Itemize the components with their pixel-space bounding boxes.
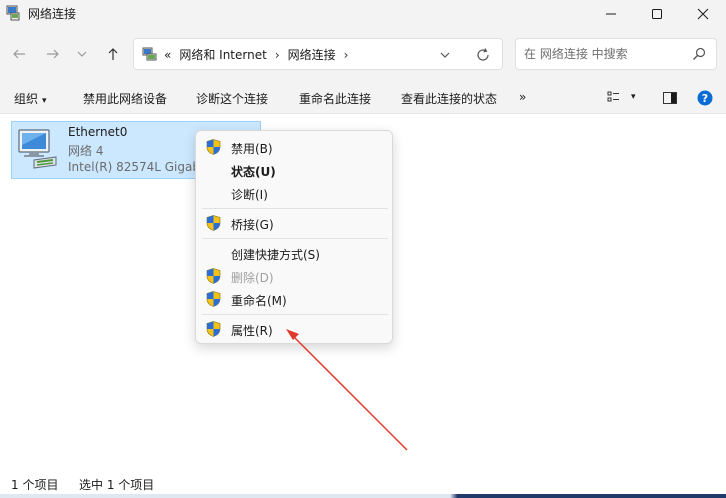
more-commands-button[interactable]: » <box>519 90 526 104</box>
uac-shield-icon <box>206 321 221 337</box>
menu-item-disable[interactable]: 禁用(B) <box>196 136 392 158</box>
menu-item-properties[interactable]: 属性(R) <box>196 318 392 340</box>
control-panel-icon <box>142 47 157 61</box>
status-item-count: 1 个项目 <box>11 478 59 492</box>
status-selected-count: 选中 1 个项目 <box>79 478 155 492</box>
title-bar: 网络连接 <box>0 0 726 27</box>
organize-label: 组织 <box>14 92 39 106</box>
view-status-button[interactable]: 查看此连接的状态 <box>401 90 497 107</box>
up-button[interactable] <box>102 43 124 65</box>
menu-item-label: 创建快捷方式(S) <box>231 248 320 262</box>
menu-item-label: 重命名(M) <box>231 294 287 308</box>
recent-locations-button[interactable] <box>73 43 91 65</box>
back-button[interactable] <box>8 43 30 65</box>
status-bar: 1 个项目 选中 1 个项目 <box>0 470 726 494</box>
uac-shield-icon <box>206 268 221 284</box>
menu-separator <box>202 238 388 239</box>
uac-shield-icon <box>206 291 221 307</box>
maximize-icon <box>652 8 662 19</box>
refresh-icon[interactable] <box>475 47 491 63</box>
menu-item-label: 桥接(G) <box>231 218 274 232</box>
help-icon[interactable]: ? <box>697 90 713 106</box>
dropdown-arrow-icon: ▾ <box>42 96 47 106</box>
minimize-icon <box>606 13 616 14</box>
connection-network: 网络 4 <box>68 144 104 158</box>
menu-item-diagnose[interactable]: 诊断(I) <box>196 182 392 204</box>
network-connections-icon <box>6 5 20 21</box>
menu-separator <box>202 314 388 315</box>
menu-item-label: 诊断(I) <box>231 188 268 202</box>
rename-connection-button[interactable]: 重命名此连接 <box>299 90 371 107</box>
menu-item-delete: 删除(D) <box>196 265 392 287</box>
forward-button[interactable] <box>42 43 64 65</box>
context-menu: 禁用(B) 状态(U) 诊断(I) 桥接(G) 创建快捷方式(S) 删除(D) … <box>195 130 393 344</box>
breadcrumb-item-network-connections[interactable]: 网络连接 <box>288 46 336 63</box>
breadcrumb-separator[interactable]: › <box>275 48 280 62</box>
menu-item-rename[interactable]: 重命名(M) <box>196 288 392 310</box>
menu-item-label: 禁用(B) <box>231 142 273 156</box>
navigation-bar: « 网络和 Internet › 网络连接 › <box>0 27 726 82</box>
uac-shield-icon <box>206 139 221 155</box>
connection-name: Ethernet0 <box>68 125 128 139</box>
svg-text:?: ? <box>702 92 708 105</box>
address-bar[interactable]: « 网络和 Internet › 网络连接 › <box>133 38 503 70</box>
breadcrumb-overflow[interactable]: « <box>164 48 171 62</box>
menu-item-label: 属性(R) <box>231 324 273 338</box>
up-arrow-icon <box>108 48 118 60</box>
forward-arrow-icon <box>47 49 59 59</box>
search-input[interactable] <box>524 45 684 63</box>
chevron-down-icon[interactable] <box>437 47 453 63</box>
maximize-button[interactable] <box>634 0 680 27</box>
view-options-dropdown[interactable]: ▾ <box>631 92 636 102</box>
minimize-button[interactable] <box>588 0 634 27</box>
menu-item-label: 状态(U) <box>231 165 276 179</box>
breadcrumb-separator[interactable]: › <box>344 48 349 62</box>
close-icon <box>697 8 709 19</box>
uac-shield-icon <box>206 215 221 231</box>
window-title: 网络连接 <box>28 7 77 21</box>
recent-dropdown-icon <box>77 51 87 57</box>
view-options-icon[interactable] <box>607 90 623 106</box>
menu-item-status[interactable]: 状态(U) <box>196 159 392 181</box>
search-icon <box>693 47 706 60</box>
breadcrumb: « 网络和 Internet › 网络连接 › <box>164 46 348 63</box>
organize-menu[interactable]: 组织 ▾ <box>14 90 47 107</box>
menu-item-bridge[interactable]: 桥接(G) <box>196 212 392 234</box>
menu-separator <box>202 208 388 209</box>
disable-device-button[interactable]: 禁用此网络设备 <box>83 90 167 107</box>
close-button[interactable] <box>680 0 726 27</box>
search-box[interactable] <box>515 38 717 70</box>
diagnose-button[interactable]: 诊断这个连接 <box>196 90 268 107</box>
ethernet-adapter-icon <box>18 129 57 169</box>
back-arrow-icon <box>13 49 25 59</box>
command-bar: 组织 ▾ 禁用此网络设备 诊断这个连接 重命名此连接 查看此连接的状态 » ▾ ? <box>0 82 726 114</box>
preview-pane-icon[interactable] <box>662 90 678 106</box>
breadcrumb-item-network-internet[interactable]: 网络和 Internet <box>179 46 266 63</box>
taskbar-edge <box>0 494 726 498</box>
menu-item-create-shortcut[interactable]: 创建快捷方式(S) <box>196 242 392 264</box>
menu-item-label: 删除(D) <box>231 271 274 285</box>
